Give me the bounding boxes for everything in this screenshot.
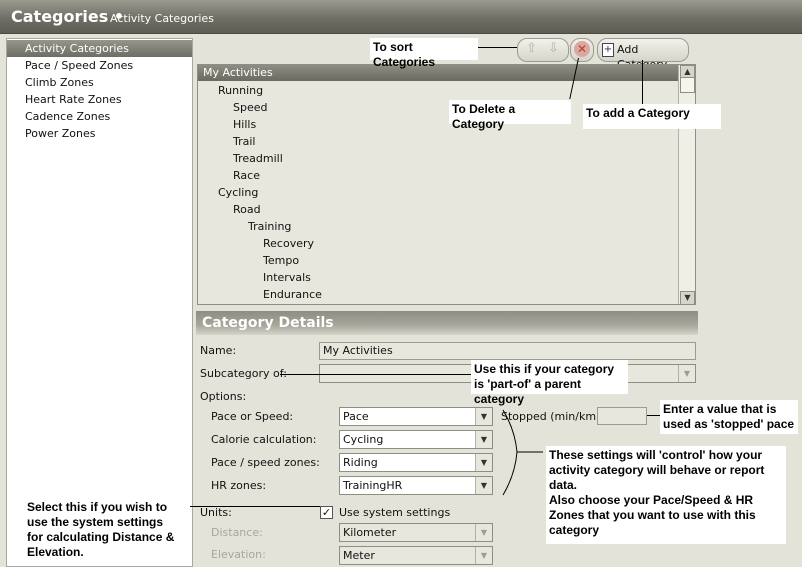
tree-item-treadmill[interactable]: Treadmill: [233, 150, 283, 167]
tree-item-intervals[interactable]: Intervals: [263, 269, 311, 286]
hr-select[interactable]: TrainingHR ▼: [339, 476, 493, 495]
pace-select[interactable]: Pace ▼: [339, 407, 493, 426]
tree-item-tempo[interactable]: Tempo: [263, 252, 299, 269]
name-label: Name:: [200, 344, 237, 357]
subcategory-label: Subcategory of:: [200, 367, 287, 380]
tree-item-training[interactable]: Training: [248, 218, 291, 235]
sidebar-item-climb-zones[interactable]: Climb Zones: [7, 74, 192, 91]
chevron-down-icon: ▼: [475, 477, 492, 494]
name-field[interactable]: My Activities: [319, 342, 696, 360]
sidebar-item-pace-speed-zones[interactable]: Pace / Speed Zones: [7, 57, 192, 74]
callout-subcategory: Use this if your category is 'part-of' a…: [471, 360, 628, 406]
title-bar: Categories • Activity Categories: [0, 0, 802, 34]
zones-label: Pace / speed zones:: [211, 456, 320, 469]
pace-label: Pace or Speed:: [211, 410, 294, 423]
page-subtitle: Activity Categories: [110, 12, 214, 25]
sort-button-group: ⇧ ⇩: [517, 38, 569, 62]
tree-item-recovery[interactable]: Recovery: [263, 235, 314, 252]
chevron-down-icon: ▼: [475, 547, 492, 564]
sidebar-item-power-zones[interactable]: Power Zones: [7, 125, 192, 142]
hr-label: HR zones:: [211, 479, 267, 492]
annotation-line: [647, 415, 661, 416]
chevron-down-icon: ▼: [475, 431, 492, 448]
stopped-field[interactable]: [597, 407, 647, 425]
elevation-value: Meter: [343, 549, 375, 562]
callout-stopped: Enter a value that is used as 'stopped' …: [660, 400, 798, 434]
pace-value: Pace: [343, 410, 369, 423]
zones-select[interactable]: Riding ▼: [339, 453, 493, 472]
callout-sort: To sort Categories: [370, 38, 478, 69]
tree-item-speed[interactable]: Speed: [233, 99, 267, 116]
callout-delete: To Delete a Category: [449, 100, 571, 131]
tree-root-my-activities[interactable]: My Activities: [198, 65, 678, 81]
units-label: Units:: [200, 506, 232, 519]
calorie-value: Cycling: [343, 433, 384, 446]
sidebar-item-cadence-zones[interactable]: Cadence Zones: [7, 108, 192, 125]
tree-item-running[interactable]: Running: [218, 82, 263, 99]
use-system-checkbox[interactable]: ✓: [320, 506, 333, 519]
tree-item-road[interactable]: Road: [233, 201, 261, 218]
chevron-down-icon: ▼: [475, 454, 492, 471]
chevron-down-icon: ▼: [678, 365, 695, 382]
scroll-down-icon[interactable]: ▼: [680, 291, 695, 305]
options-label: Options:: [200, 390, 247, 403]
up-arrow-icon[interactable]: ⇧: [526, 41, 537, 56]
delete-button[interactable]: ✕: [570, 38, 594, 62]
hr-value: TrainingHR: [343, 479, 403, 492]
distance-value: Kilometer: [343, 526, 397, 539]
callout-add: To add a Category: [583, 104, 721, 129]
tree-scrollbar[interactable]: ▲ ▼: [678, 65, 695, 305]
scroll-thumb[interactable]: [680, 77, 695, 93]
tree-item-cycling[interactable]: Cycling: [218, 184, 258, 201]
elevation-select[interactable]: Meter ▼: [339, 546, 493, 565]
annotation-line: [280, 374, 473, 375]
annotation-line: [190, 506, 320, 507]
zones-value: Riding: [343, 456, 378, 469]
calorie-label: Calorie calculation:: [211, 433, 317, 446]
sidebar: Activity Categories Pace / Speed Zones C…: [6, 38, 193, 567]
chevron-down-icon: ▼: [475, 408, 492, 425]
use-system-label: Use system settings: [339, 506, 451, 519]
tree-item-race[interactable]: Race: [233, 167, 260, 184]
sidebar-item-activity-categories[interactable]: Activity Categories: [7, 40, 192, 57]
chevron-down-icon: ▼: [475, 524, 492, 541]
page-title: Categories •: [11, 7, 125, 26]
sidebar-item-heart-rate-zones[interactable]: Heart Rate Zones: [7, 91, 192, 108]
tree-item-trail[interactable]: Trail: [233, 133, 255, 150]
callout-system-settings: Select this if you wish to use the syste…: [24, 498, 185, 561]
calorie-select[interactable]: Cycling ▼: [339, 430, 493, 449]
callout-settings: These settings will 'control' how your a…: [546, 446, 786, 544]
distance-select[interactable]: Kilometer ▼: [339, 523, 493, 542]
category-tree[interactable]: My Activities Running Speed Hills Trail …: [197, 64, 696, 305]
down-arrow-icon[interactable]: ⇩: [548, 41, 559, 56]
annotation-line: [477, 47, 517, 48]
distance-label: Distance:: [211, 526, 263, 539]
elevation-label: Elevation:: [211, 548, 266, 561]
tree-item-hills[interactable]: Hills: [233, 116, 256, 133]
annotation-line: [642, 60, 643, 108]
category-details-header: Category Details: [196, 311, 698, 335]
delete-icon: ✕: [574, 41, 590, 57]
add-category-icon: +: [602, 43, 614, 57]
add-category-button[interactable]: + Add Category: [597, 38, 689, 71]
tree-item-endurance[interactable]: Endurance: [263, 286, 322, 303]
